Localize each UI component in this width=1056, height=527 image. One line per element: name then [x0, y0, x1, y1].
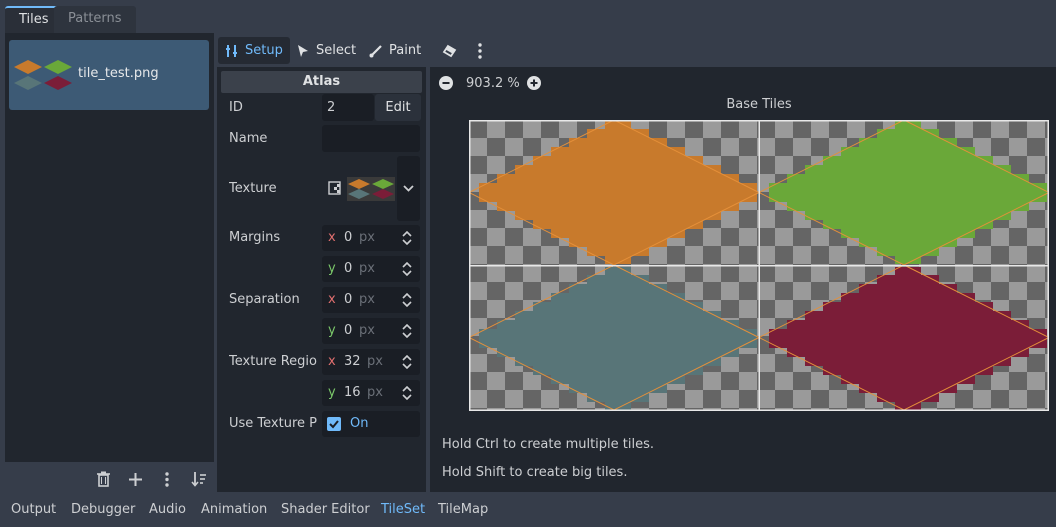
add-icon[interactable] — [126, 466, 144, 492]
edit-button[interactable]: Edit — [375, 94, 421, 121]
texture-region-label: Texture Regio — [229, 354, 317, 369]
unit-label: px — [359, 292, 375, 307]
chevron-down-icon — [403, 185, 414, 192]
tab-tileset[interactable]: TileSet — [381, 502, 425, 517]
margins-x-field[interactable]: x 0 px — [322, 225, 420, 251]
id-value: 2 — [327, 100, 336, 115]
stepper-icon[interactable] — [402, 231, 412, 245]
texture-label: Texture — [229, 181, 277, 196]
axis-x-label: x — [328, 292, 336, 307]
more-vertical-icon — [478, 42, 482, 59]
paint-button[interactable]: Paint — [362, 37, 428, 64]
tile-source-thumbnail — [14, 60, 72, 90]
select-label: Select — [316, 43, 357, 58]
image-texture-icon — [328, 181, 341, 195]
margins-y-value: 0 — [344, 261, 353, 276]
cursor-icon — [298, 44, 308, 57]
axis-y-label: y — [328, 385, 336, 400]
unit-label: px — [359, 261, 375, 276]
separation-y-value: 0 — [344, 323, 353, 338]
tab-audio[interactable]: Audio — [149, 502, 186, 517]
texture-region-y-value: 16 — [344, 385, 361, 400]
checkbox-checked-icon — [327, 417, 341, 431]
texture-preview — [347, 177, 395, 201]
axis-y-label: y — [328, 323, 336, 338]
margins-x-value: 0 — [344, 230, 353, 245]
zoom-level[interactable]: 903.2 % — [466, 76, 520, 91]
setup-button[interactable]: Setup — [218, 37, 290, 64]
margins-y-field[interactable]: y 0 px — [322, 256, 420, 282]
name-label: Name — [229, 131, 268, 146]
tab-shader-editor[interactable]: Shader Editor — [281, 502, 370, 517]
texture-region-y-field[interactable]: y 16 px — [322, 380, 420, 406]
tab-animation[interactable]: Animation — [201, 502, 267, 517]
separation-x-value: 0 — [344, 292, 353, 307]
name-field[interactable] — [322, 125, 420, 152]
stepper-icon[interactable] — [402, 262, 412, 276]
separation-x-field[interactable]: x 0 px — [322, 287, 420, 313]
use-texture-padding-label: Use Texture P — [229, 416, 317, 431]
sort-icon[interactable] — [190, 466, 208, 492]
zoom-out-icon — [439, 76, 453, 90]
separation-label: Separation — [229, 292, 300, 307]
axis-x-label: x — [328, 230, 336, 245]
unit-label: px — [367, 354, 383, 369]
tab-output[interactable]: Output — [11, 502, 56, 517]
unit-label: px — [359, 230, 375, 245]
separation-y-field[interactable]: y 0 px — [322, 318, 420, 344]
hint-ctrl: Hold Ctrl to create multiple tiles. — [442, 437, 655, 452]
unit-label: px — [367, 385, 383, 400]
eraser-button[interactable] — [435, 37, 464, 64]
use-texture-padding-toggle[interactable]: On — [322, 411, 420, 437]
eraser-icon — [442, 44, 457, 57]
paint-label: Paint — [389, 43, 422, 58]
more-options-button[interactable] — [471, 37, 489, 64]
texture-region-x-field[interactable]: x 32 px — [322, 349, 420, 375]
tab-patterns[interactable]: Patterns — [54, 6, 136, 33]
list-item-label: tile_test.png — [78, 66, 159, 81]
axis-y-label: y — [328, 261, 336, 276]
brush-icon — [369, 44, 382, 57]
atlas-canvas[interactable] — [469, 120, 1049, 411]
tab-tilemap[interactable]: TileMap — [438, 502, 488, 517]
zoom-in-icon — [527, 76, 541, 90]
texture-picker[interactable] — [322, 156, 395, 221]
hint-shift: Hold Shift to create big tiles. — [442, 465, 628, 480]
stepper-icon[interactable] — [402, 324, 412, 338]
stepper-icon[interactable] — [402, 355, 412, 369]
id-label: ID — [229, 100, 243, 115]
more-vertical-icon[interactable] — [160, 466, 174, 492]
tools-icon — [226, 44, 237, 57]
tab-debugger[interactable]: Debugger — [71, 502, 135, 517]
base-tiles-title: Base Tiles — [726, 97, 792, 112]
select-button[interactable]: Select — [290, 37, 363, 64]
setup-label: Setup — [245, 43, 283, 58]
atlas-header: Atlas — [221, 71, 422, 93]
trash-icon[interactable] — [94, 466, 112, 492]
zoom-in-button[interactable] — [527, 76, 541, 94]
axis-x-label: x — [328, 354, 336, 369]
stepper-icon[interactable] — [402, 293, 412, 307]
unit-label: px — [359, 323, 375, 338]
texture-dropdown[interactable] — [397, 156, 420, 221]
texture-region-x-value: 32 — [344, 354, 361, 369]
stepper-icon[interactable] — [402, 386, 412, 400]
margins-label: Margins — [229, 230, 281, 245]
toggle-value: On — [350, 416, 369, 431]
zoom-out-button[interactable] — [439, 76, 453, 94]
